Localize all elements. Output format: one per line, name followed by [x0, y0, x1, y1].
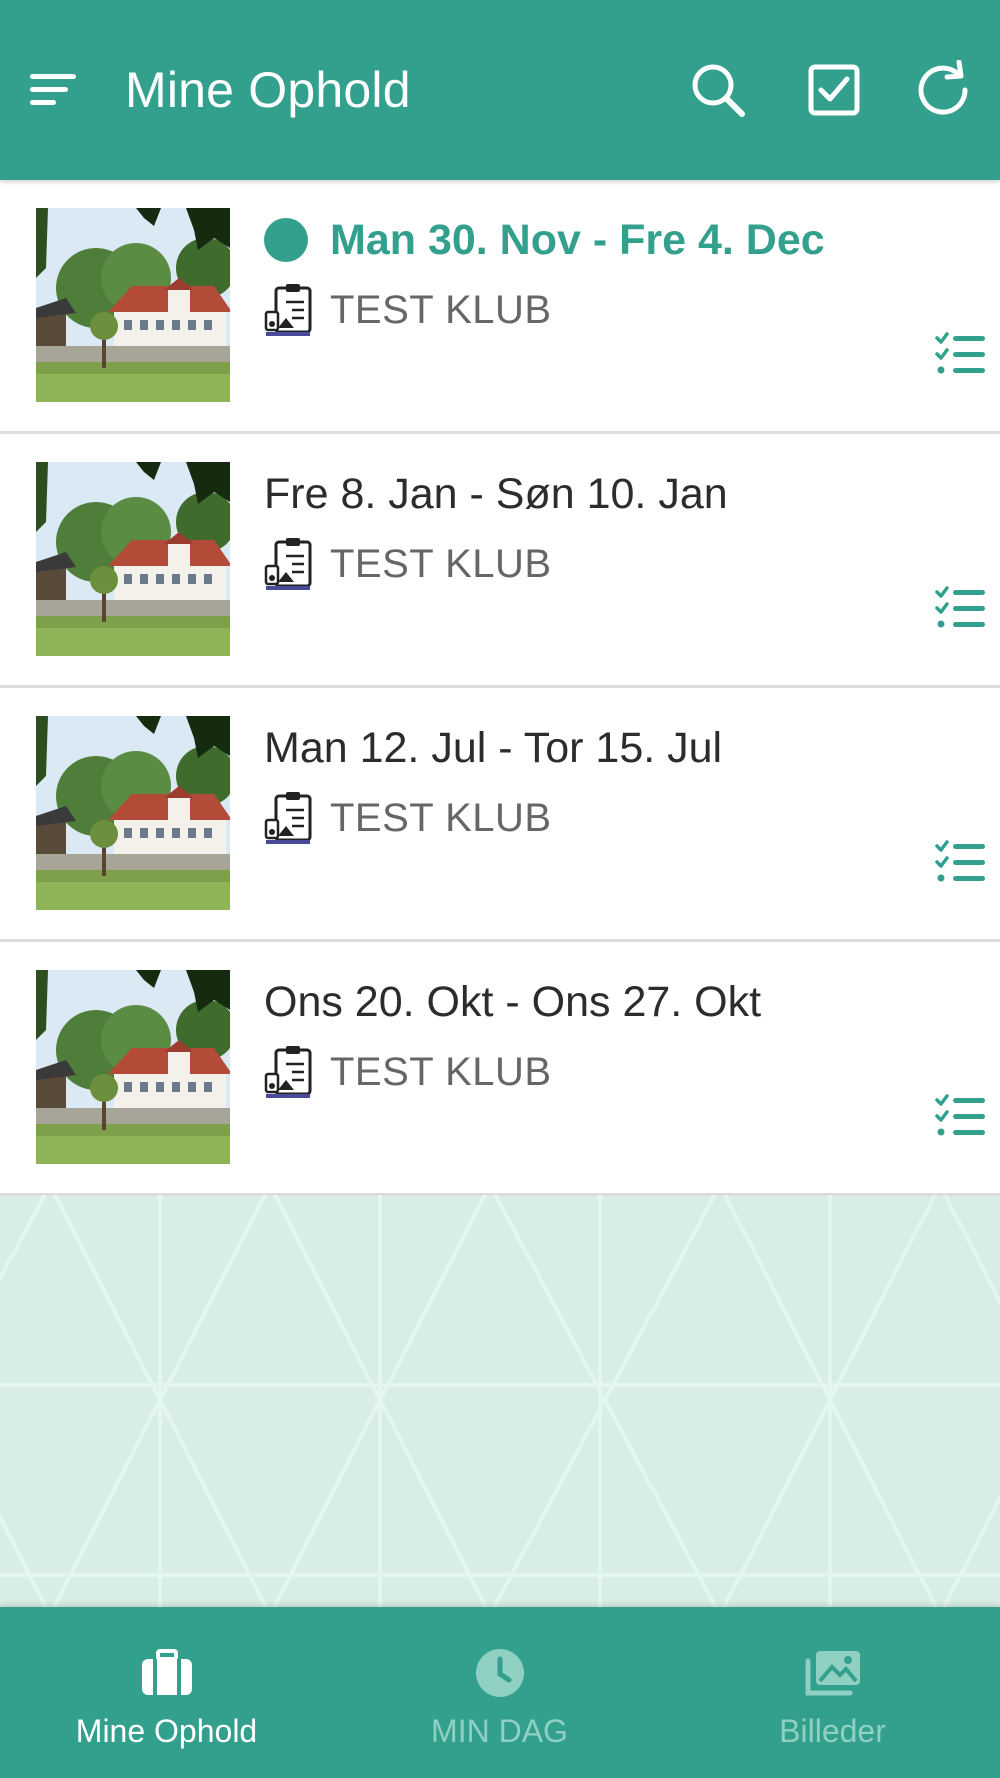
club-name: TEST KLUB [330, 287, 552, 332]
club-row: TEST KLUB [264, 280, 552, 340]
stay-thumbnail [36, 970, 230, 1164]
app-bar: Mine Ophold [0, 0, 1000, 180]
checklist-button[interactable] [932, 330, 990, 382]
page-title: Mine Ophold [125, 62, 411, 118]
refresh-icon [918, 60, 968, 115]
checklist-icon [935, 1093, 987, 1143]
club-name: TEST KLUB [330, 1049, 552, 1094]
checkbox-icon [808, 64, 860, 116]
select-button[interactable] [800, 56, 868, 124]
club-name: TEST KLUB [330, 795, 552, 840]
stay-date: Man 12. Jul - Tor 15. Jul [264, 723, 723, 772]
active-indicator-dot [264, 218, 308, 262]
nav-min-dag[interactable]: MIN DAG [333, 1607, 666, 1778]
suitcase-icon [141, 1649, 192, 1695]
club-row: TEST KLUB [264, 788, 552, 848]
club-name: TEST KLUB [330, 541, 552, 586]
stay-thumbnail [36, 716, 230, 910]
images-icon [805, 1651, 860, 1696]
stay-card[interactable]: Man 30. Nov - Fre 4. Dec TEST KLUB [0, 180, 1000, 434]
stay-card[interactable]: Ons 20. Okt - Ons 27. Okt TEST KLUB [0, 942, 1000, 1196]
checklist-button[interactable] [932, 584, 990, 636]
clipboard-icon [264, 536, 316, 592]
bottom-navigation: Mine Ophold MIN DAG Billeder [0, 1607, 1000, 1778]
date-row: Ons 20. Okt - Ons 27. Okt [264, 972, 761, 1032]
nav-mine-ophold[interactable]: Mine Ophold [0, 1607, 333, 1778]
stays-list: Man 30. Nov - Fre 4. Dec TEST KLUB Fre 8… [0, 180, 1000, 1196]
menu-icon [30, 74, 76, 105]
checklist-icon [935, 585, 987, 635]
stay-date: Ons 20. Okt - Ons 27. Okt [264, 977, 762, 1026]
search-icon [692, 64, 745, 117]
clock-icon [475, 1649, 524, 1697]
date-row: Fre 8. Jan - Søn 10. Jan [264, 464, 728, 524]
stay-thumbnail [36, 462, 230, 656]
menu-button[interactable] [22, 60, 86, 120]
club-row: TEST KLUB [264, 534, 552, 594]
search-button[interactable] [684, 56, 752, 124]
nav-label: Billeder [779, 1713, 886, 1749]
stay-date: Man 30. Nov - Fre 4. Dec [330, 215, 825, 264]
background-pattern [0, 1195, 1000, 1607]
date-row: Man 30. Nov - Fre 4. Dec [264, 210, 825, 270]
clipboard-icon [264, 1044, 316, 1100]
checklist-icon [935, 331, 987, 381]
nav-billeder[interactable]: Billeder [666, 1607, 999, 1778]
checklist-icon [935, 839, 987, 889]
nav-label: MIN DAG [431, 1713, 568, 1749]
checklist-button[interactable] [932, 1092, 990, 1144]
stay-card[interactable]: Man 12. Jul - Tor 15. Jul TEST KLUB [0, 688, 1000, 942]
clipboard-icon [264, 282, 316, 338]
checklist-button[interactable] [932, 838, 990, 890]
stay-thumbnail [36, 208, 230, 402]
clipboard-icon [264, 790, 316, 846]
stay-card[interactable]: Fre 8. Jan - Søn 10. Jan TEST KLUB [0, 434, 1000, 688]
nav-label: Mine Ophold [75, 1713, 258, 1749]
date-row: Man 12. Jul - Tor 15. Jul [264, 718, 722, 778]
club-row: TEST KLUB [264, 1042, 552, 1102]
refresh-button[interactable] [911, 56, 979, 124]
stay-date: Fre 8. Jan - Søn 10. Jan [264, 469, 728, 518]
